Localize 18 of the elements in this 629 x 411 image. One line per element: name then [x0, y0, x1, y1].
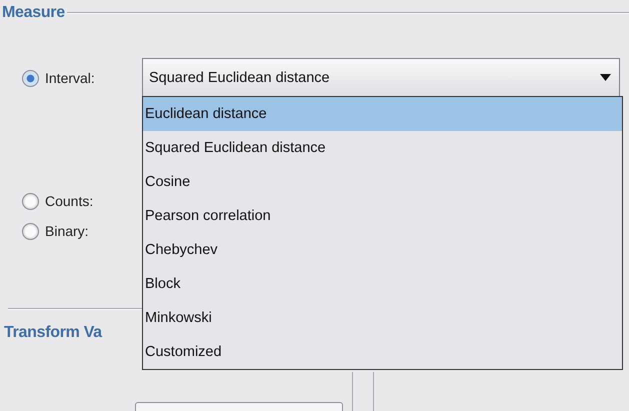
dropdown-option[interactable]: Minkowski [143, 301, 622, 335]
group-title: Measure [2, 4, 65, 22]
dropdown-option[interactable]: Chebychev [143, 233, 622, 267]
radio-label: Binary: [45, 223, 89, 239]
radio-label: Interval: [45, 70, 95, 86]
dropdown-option[interactable]: Block [143, 267, 622, 301]
radio-label: Counts: [45, 193, 94, 209]
group-title: Transform Va [4, 324, 102, 341]
radio-button[interactable] [22, 222, 39, 240]
measure-dropdown[interactable]: Squared Euclidean distance [142, 58, 620, 98]
dropdown-option[interactable]: Customized [143, 335, 622, 369]
radio-button[interactable] [22, 70, 39, 86]
dropdown-arrow-icon [600, 74, 611, 81]
dropdown-option[interactable]: Pearson correlation [143, 199, 622, 233]
dropdown-option[interactable]: Cosine [143, 165, 622, 199]
dropdown-option[interactable]: Squared Euclidean distance [143, 131, 622, 165]
dropdown-option[interactable]: Euclidean distance [143, 97, 622, 131]
radio-button[interactable] [22, 192, 39, 210]
